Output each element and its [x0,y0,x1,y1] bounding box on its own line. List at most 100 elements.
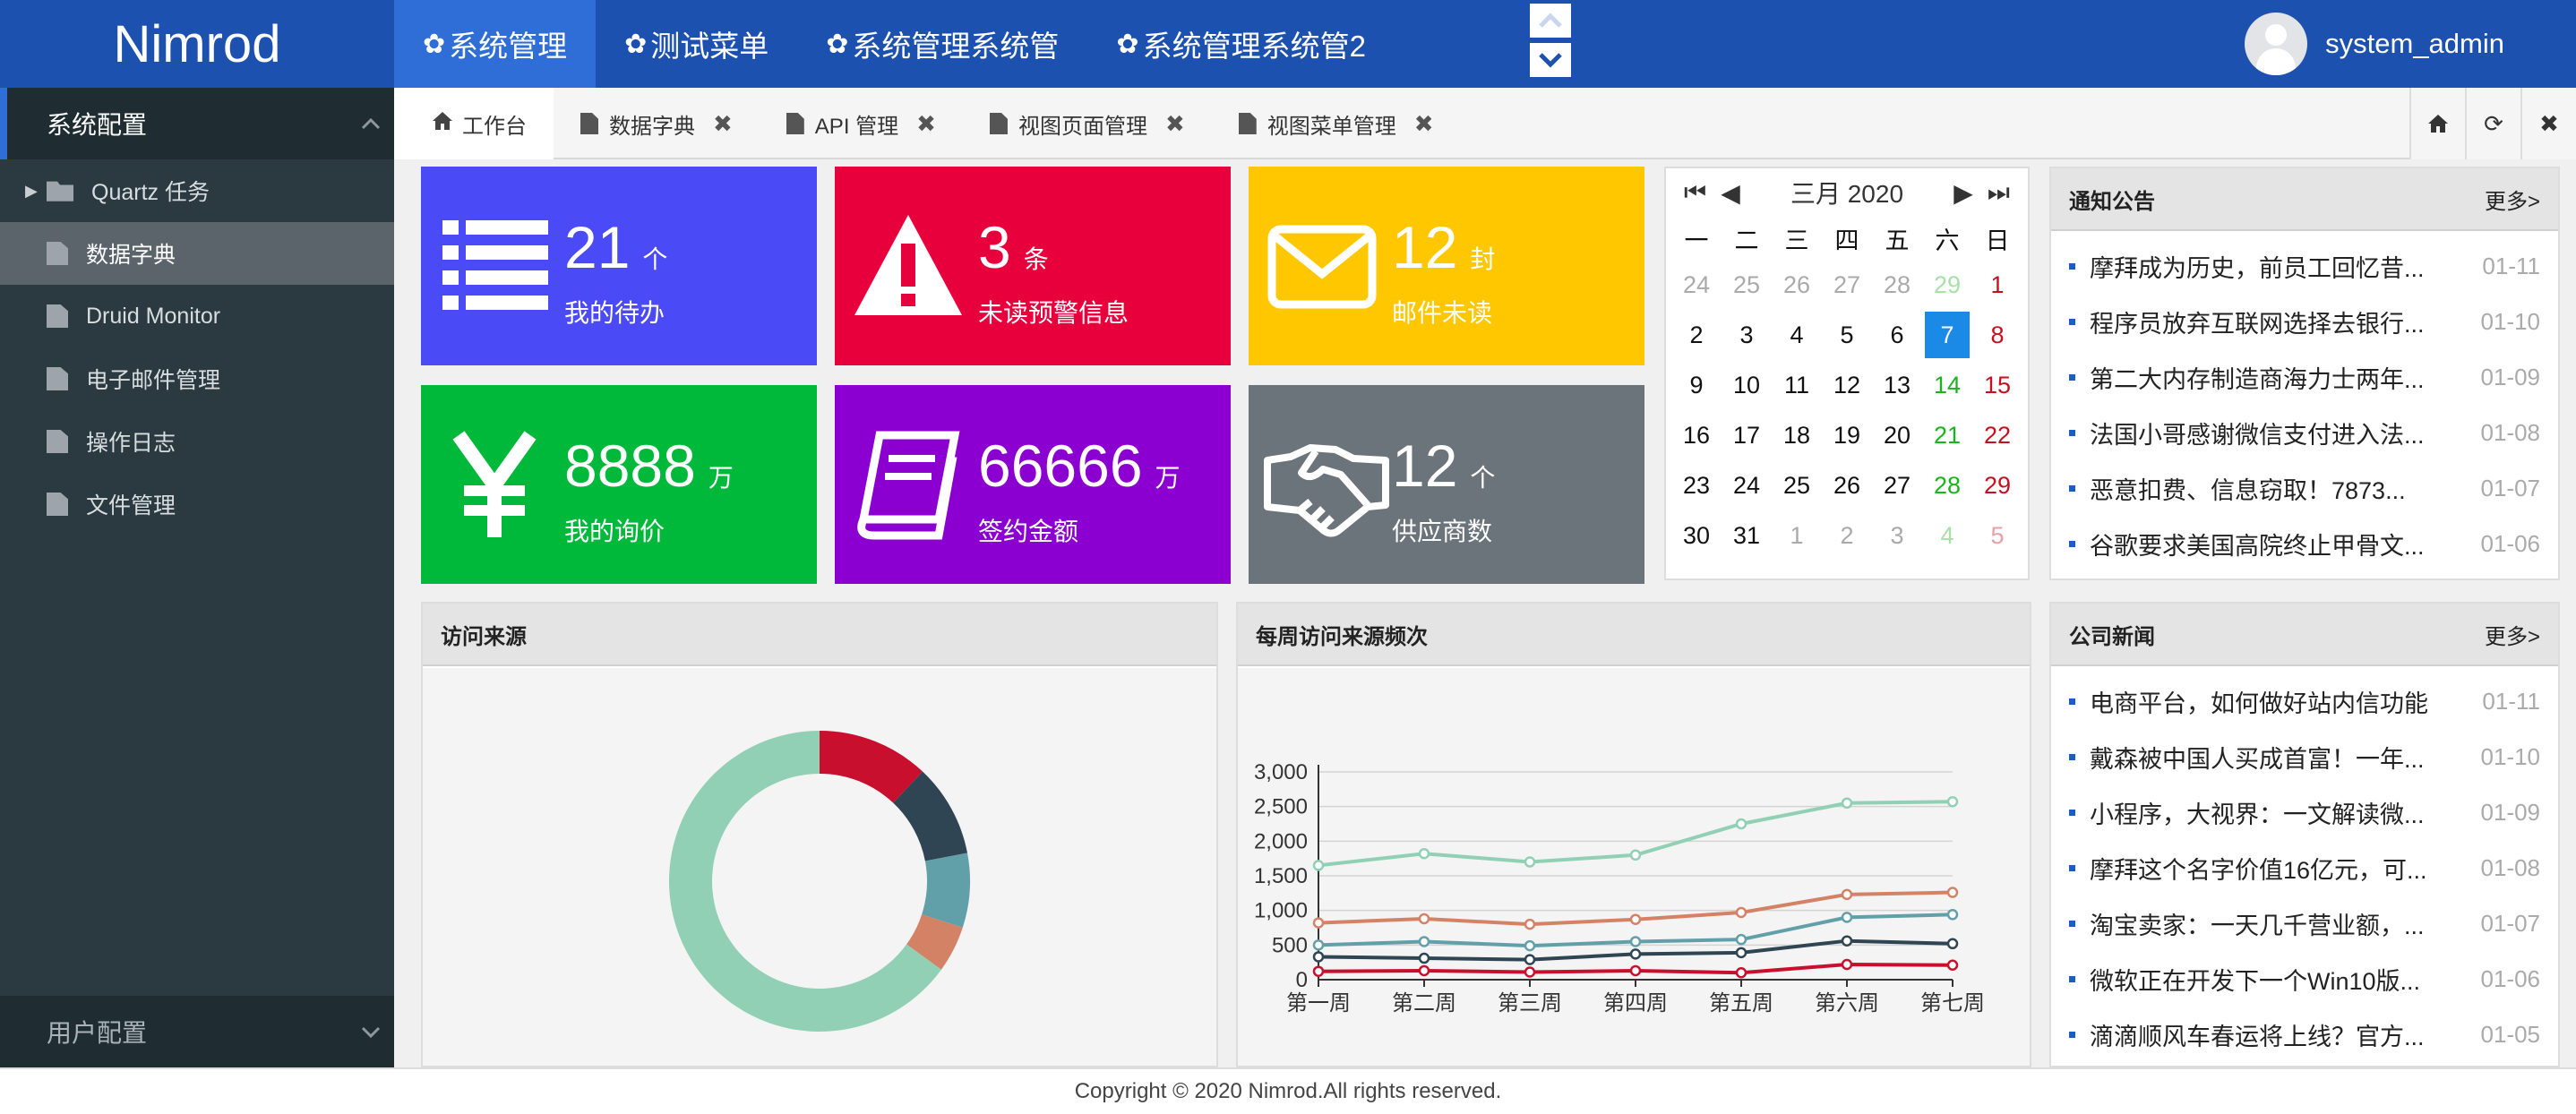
prev-month-icon[interactable]: ◀ [1721,178,1740,208]
calendar-day[interactable]: 1 [1772,510,1822,561]
calendar-day[interactable]: 31 [1722,510,1772,561]
calendar-day-number: 24 [1682,270,1711,298]
topnav-item-system-2[interactable]: ✿ 系统管理系统管 [797,0,1087,88]
home-tab-button[interactable] [2409,88,2465,159]
user-menu[interactable]: system_admin [2245,0,2504,88]
calendar-day[interactable]: 10 [1722,360,1772,410]
refresh-tab-button[interactable]: ⟳ [2465,88,2520,159]
news-item[interactable]: 谷歌要求美国高院终止甲骨文... 01-06 [2051,516,2558,571]
news-item[interactable]: 戴森被中国人买成首富！一年... 01-10 [2051,729,2558,784]
calendar-day[interactable]: 16 [1671,410,1722,460]
nav-scroll-up-button[interactable] [1530,4,1571,38]
calendar-day[interactable]: 5 [1972,510,2022,561]
calendar-day[interactable]: 15 [1972,360,2022,410]
news-item[interactable]: 电商平台，如何做好站内信功能 01-11 [2051,673,2558,729]
calendar-day[interactable]: 19 [1822,410,1872,460]
sidebar-item-email[interactable]: 电子邮件管理 [0,347,394,410]
tab-label: API 管理 [814,114,899,139]
calendar-day[interactable]: 2 [1671,310,1722,360]
calendar-day[interactable]: 8 [1972,310,2022,360]
close-icon[interactable]: ✖ [1414,110,1434,138]
calendar-day[interactable]: 11 [1772,360,1822,410]
calendar-day-number: 15 [1983,371,2012,398]
calendar-day[interactable]: 23 [1671,460,1722,510]
nav-scroll-down-button[interactable] [1530,43,1571,77]
topnav-item-system-3[interactable]: ✿ 系统管理系统管2 [1087,0,1395,88]
tab-view-menu-management[interactable]: 视图菜单管理 ✖ [1212,88,1461,159]
calendar-day[interactable]: 4 [1772,310,1822,360]
stat-card-todo[interactable]: 21 个 我的待办 [421,167,817,365]
stat-card-alerts[interactable]: 3条 未读预警信息 [835,167,1231,365]
sidebar-item-file-management[interactable]: 文件管理 [0,473,394,536]
news-item[interactable]: 程序员放弃互联网选择去银行... 01-10 [2051,294,2558,349]
app-logo[interactable]: Nimrod [0,0,394,88]
news-item[interactable]: 滴滴顺风车春运将上线？官方... 01-05 [2051,1007,2558,1062]
close-icon[interactable]: ✖ [713,110,733,138]
news-item[interactable]: 微软正在开发下一个Win10版... 01-06 [2051,951,2558,1007]
close-icon[interactable]: ✖ [916,110,936,138]
tab-view-page-management[interactable]: 视图页面管理 ✖ [963,88,1212,159]
calendar-day[interactable]: 21 [1922,410,1972,460]
calendar-day[interactable]: 29 [1972,460,2022,510]
calendar-day[interactable]: 14 [1922,360,1972,410]
news-item[interactable]: 摩拜这个名字价值16亿元，可... 01-08 [2051,840,2558,895]
calendar-day[interactable]: 27 [1822,260,1872,310]
news-item[interactable]: 法国小哥感谢微信支付进入法... 01-08 [2051,405,2558,460]
sidebar-item-druid-monitor[interactable]: Druid Monitor [0,285,394,347]
calendar-day[interactable]: 1 [1972,260,2022,310]
stat-card-inquiry[interactable]: 8888 万 我的询价 [421,385,817,584]
calendar-day[interactable]: 20 [1872,410,1922,460]
news-item[interactable]: 小程序，大视界：一文解读微... 01-09 [2051,784,2558,840]
sidebar-section-system-config[interactable]: 系统配置 [0,88,394,159]
tab-workbench[interactable]: 工作台 [394,88,554,159]
calendar-day[interactable]: 26 [1822,460,1872,510]
tab-data-dictionary[interactable]: 数据字典 ✖ [554,88,760,159]
calendar-day[interactable]: 2 [1822,510,1872,561]
stat-card-contract[interactable]: 66666 万 签约金额 [835,385,1231,584]
calendar-day[interactable]: 4 [1922,510,1972,561]
news-item[interactable]: 恶意扣费、信息窃取！7873... 01-07 [2051,460,2558,516]
calendar-day[interactable]: 9 [1671,360,1722,410]
stat-card-mail[interactable]: 12 封 邮件未读 [1249,167,1644,365]
calendar-day[interactable]: 13 [1872,360,1922,410]
calendar-day[interactable]: 25 [1772,460,1822,510]
calendar-day[interactable]: 17 [1722,410,1772,460]
calendar-day[interactable]: 28 [1922,460,1972,510]
calendar-day[interactable]: 18 [1772,410,1822,460]
calendar-day[interactable]: 22 [1972,410,2022,460]
calendar-day[interactable]: 28 [1872,260,1922,310]
news-item[interactable]: 淘宝卖家：一天几千营业额，... 01-07 [2051,895,2558,951]
sidebar-item-operation-log[interactable]: 操作日志 [0,410,394,473]
sidebar-item-quartz[interactable]: ▶ Quartz 任务 [0,159,394,222]
sidebar-section-user-config[interactable]: 用户配置 [0,996,394,1067]
calendar-day[interactable]: 3 [1872,510,1922,561]
calendar-day[interactable]: 29 [1922,260,1972,310]
calendar-day[interactable]: 3 [1722,310,1772,360]
news-item[interactable]: 摩拜成为历史，前员工回忆昔... 01-11 [2051,238,2558,294]
calendar-day[interactable]: 12 [1822,360,1872,410]
calendar-day[interactable]: 30 [1671,510,1722,561]
calendar-day[interactable]: 5 [1822,310,1872,360]
stat-card-suppliers[interactable]: 12 个 供应商数 [1249,385,1644,584]
sidebar-item-data-dictionary[interactable]: 数据字典 [0,222,394,285]
calendar-day[interactable]: 27 [1872,460,1922,510]
more-link[interactable]: 更多> [2485,184,2540,215]
more-link[interactable]: 更多> [2485,619,2540,650]
topnav-item-test[interactable]: ✿ 测试菜单 [596,0,797,88]
prev-year-icon[interactable]: ⏮ [1684,178,1706,208]
tab-api-management[interactable]: API 管理 ✖ [760,88,963,159]
close-icon[interactable]: ✖ [1165,110,1185,138]
topnav-item-system[interactable]: ✿ 系统管理 [394,0,597,88]
donut-slice[interactable] [922,853,970,928]
calendar-day[interactable]: 24 [1671,260,1722,310]
calendar-day[interactable]: 25 [1722,260,1772,310]
news-item[interactable]: 第二大内存制造商海力士两年... 01-09 [2051,349,2558,405]
calendar-day[interactable]: 24 [1722,460,1772,510]
calendar-day[interactable]: 6 [1872,310,1922,360]
bullet-icon [2069,429,2075,436]
next-year-icon[interactable]: ⏭ [1988,178,2010,208]
calendar-day[interactable]: 26 [1772,260,1822,310]
calendar-day-today[interactable]: 7 [1922,310,1972,360]
close-all-tabs-button[interactable]: ✖ [2520,88,2576,159]
next-month-icon[interactable]: ▶ [1953,178,1973,208]
